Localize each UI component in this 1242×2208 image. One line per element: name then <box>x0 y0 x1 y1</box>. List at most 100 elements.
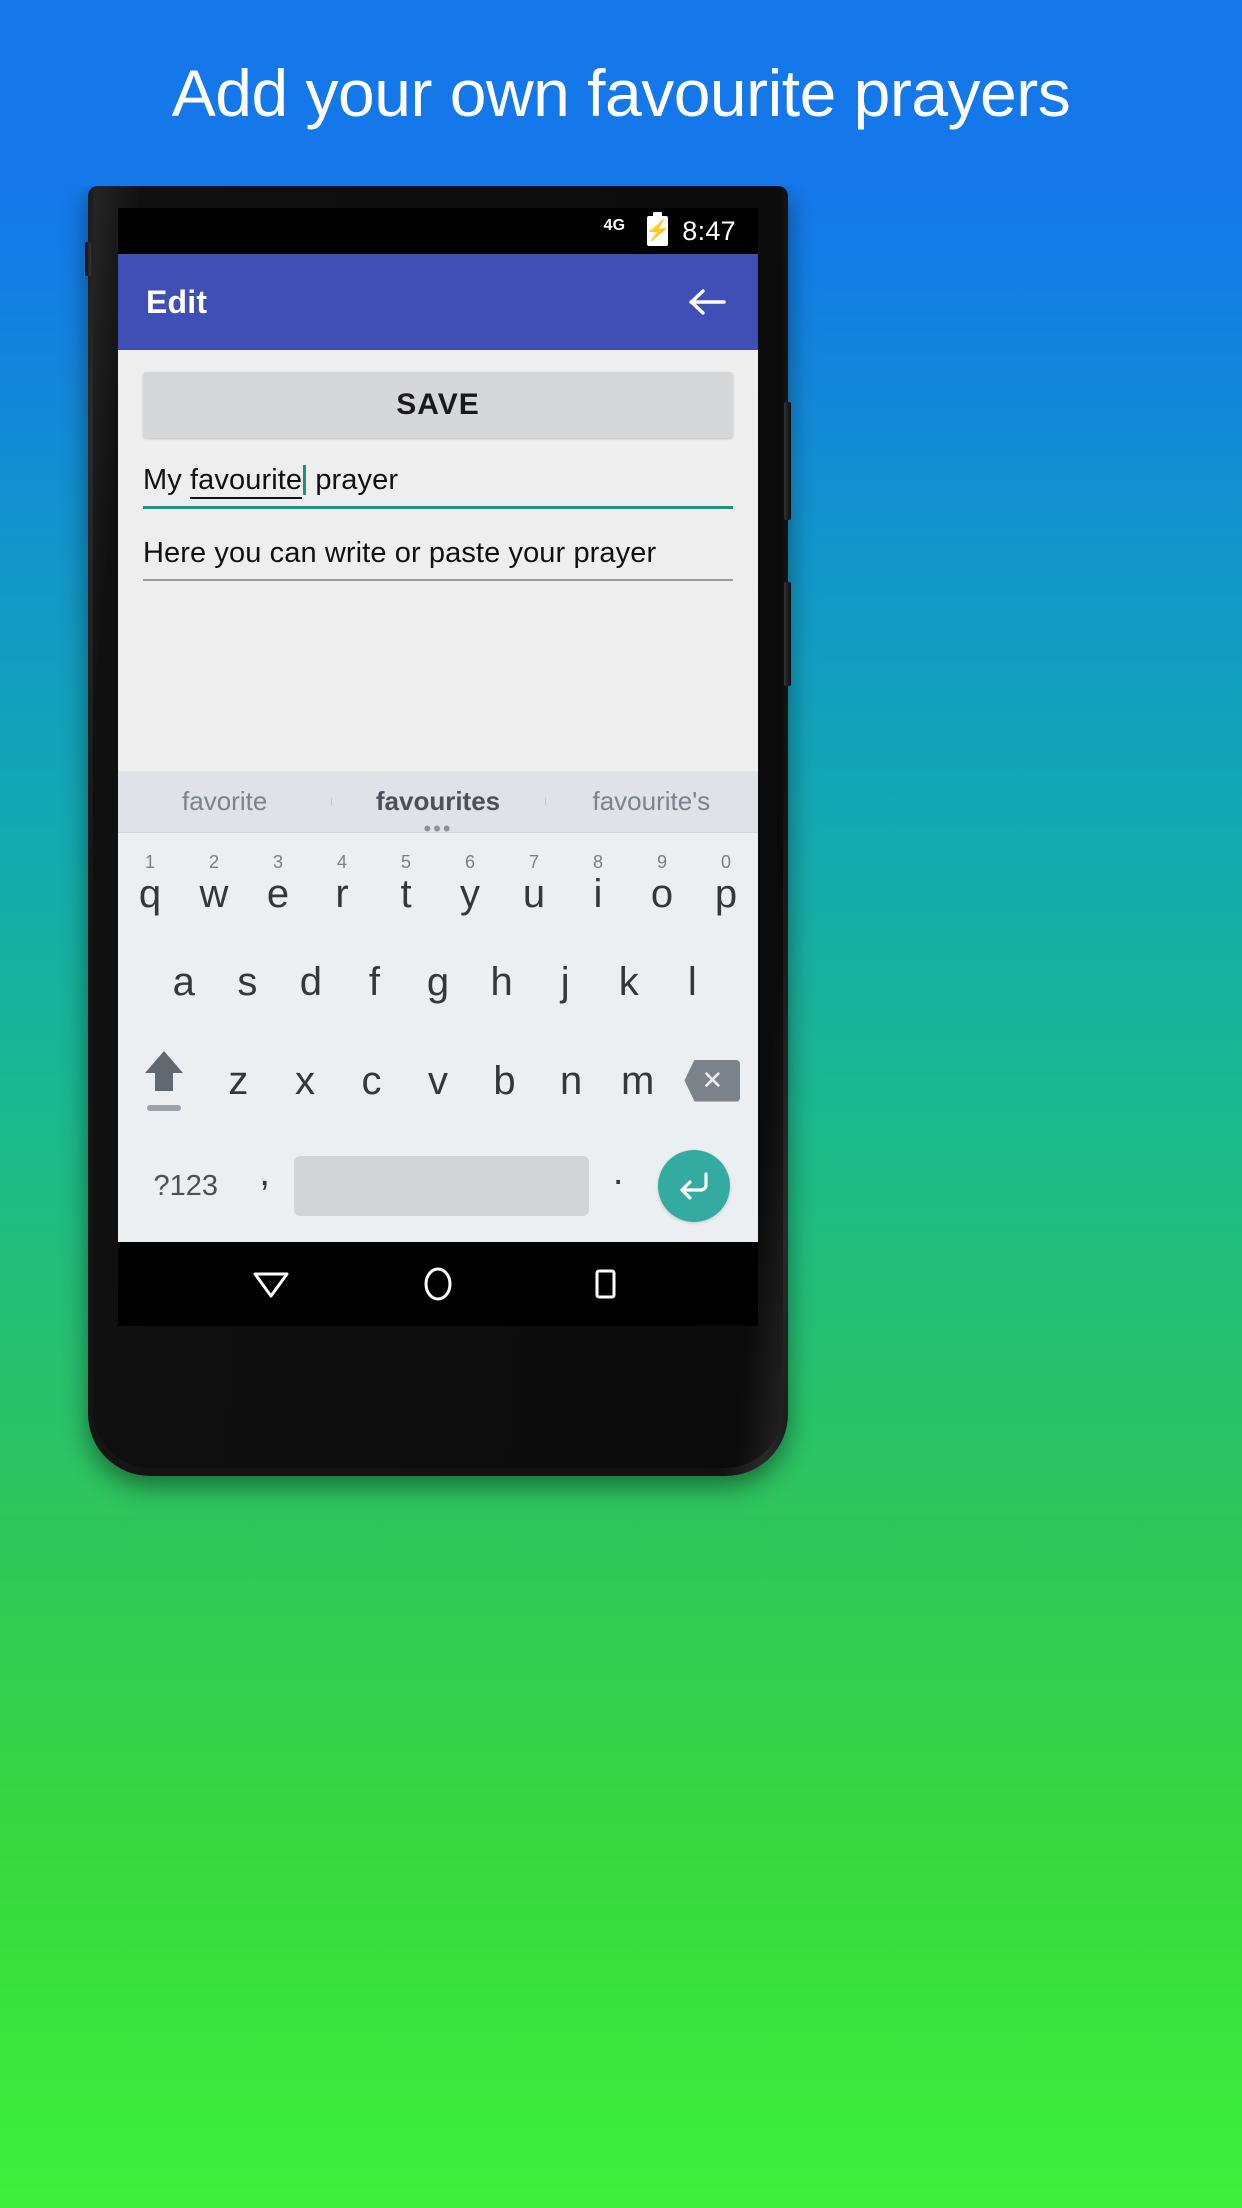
keyboard-row-top: 1q 2w 3e 4r 5t 6y 7u 8i 9o 0p <box>118 833 758 932</box>
key-s[interactable]: s <box>216 932 280 1031</box>
key-m-letter: m <box>620 1058 655 1103</box>
key-w-number: 2 <box>208 851 219 872</box>
key-e[interactable]: 3e <box>246 833 310 932</box>
key-b[interactable]: b <box>471 1031 538 1130</box>
suggestion-item-2[interactable]: favourite's <box>544 786 758 817</box>
key-t-number: 5 <box>400 851 411 872</box>
title-text-after: prayer <box>307 464 399 496</box>
key-q[interactable]: 1q <box>118 833 182 932</box>
key-p-letter: p <box>714 871 738 916</box>
key-e-number: 3 <box>272 851 283 872</box>
key-d-letter: d <box>299 959 323 1004</box>
key-q-number: 1 <box>144 851 155 872</box>
key-h[interactable]: h <box>470 932 534 1031</box>
key-w-letter: w <box>199 871 229 916</box>
key-d[interactable]: d <box>279 932 343 1031</box>
key-w[interactable]: 2w <box>182 833 246 932</box>
key-t[interactable]: 5t <box>374 833 438 932</box>
key-i-number: 8 <box>592 851 603 872</box>
key-h-letter: h <box>490 959 513 1004</box>
key-a[interactable]: a <box>152 932 216 1031</box>
key-v[interactable]: v <box>405 1031 472 1130</box>
key-x-letter: x <box>294 1058 315 1103</box>
keyboard-row-home: a s d f g h j k l <box>118 932 758 1031</box>
prayer-title-field[interactable]: My favourite prayer <box>143 464 733 509</box>
key-r-number: 4 <box>336 851 347 872</box>
phone-side-button-left <box>85 242 91 276</box>
key-u-number: 7 <box>528 851 539 872</box>
key-p[interactable]: 0p <box>694 833 758 932</box>
key-period[interactable]: . <box>589 1151 647 1222</box>
key-j[interactable]: j <box>533 932 597 1031</box>
nav-back-triangle-icon[interactable] <box>241 1254 301 1314</box>
battery-charging-icon: ⚡ <box>645 212 671 246</box>
page-title: Edit <box>146 283 208 320</box>
key-y[interactable]: 6y <box>438 833 502 932</box>
key-y-letter: y <box>460 871 480 916</box>
title-text-before: My <box>143 464 191 496</box>
key-k-letter: k <box>618 959 639 1004</box>
key-e-letter: e <box>266 871 290 916</box>
body-field-underline <box>143 579 733 581</box>
suggestion-item-1[interactable]: favourites <box>331 786 544 817</box>
suggestion-item-0[interactable]: favorite <box>118 786 331 817</box>
phone-volume-button <box>784 402 791 520</box>
key-r-letter: r <box>335 871 349 916</box>
phone-screen: 4G ⚡ 8:47 Edit SAVE My favourite prayer … <box>118 208 758 1326</box>
key-q-letter: q <box>138 871 162 916</box>
android-nav-bar <box>118 1242 758 1326</box>
key-c-letter: c <box>361 1058 382 1103</box>
phone-power-button <box>784 582 791 686</box>
keyboard-row-space: ?123 , . <box>118 1130 758 1242</box>
key-o[interactable]: 9o <box>630 833 694 932</box>
key-u-letter: u <box>522 871 546 916</box>
key-u[interactable]: 7u <box>502 833 566 932</box>
key-l-letter: l <box>687 959 697 1004</box>
battery-bolt-glyph: ⚡ <box>645 220 671 242</box>
key-i[interactable]: 8i <box>566 833 630 932</box>
prayer-body-value: Here you can write or paste your prayer <box>143 537 657 569</box>
shift-underline-bar <box>146 1104 181 1111</box>
key-v-letter: v <box>428 1058 449 1103</box>
key-o-letter: o <box>650 871 674 916</box>
key-c[interactable]: c <box>338 1031 405 1130</box>
key-b-letter: b <box>493 1058 516 1103</box>
key-space[interactable] <box>293 1156 589 1216</box>
enter-key-circle <box>657 1150 730 1222</box>
key-g[interactable]: g <box>406 932 470 1031</box>
key-m[interactable]: m <box>604 1031 671 1130</box>
key-j-letter: j <box>560 959 570 1004</box>
save-button[interactable]: SAVE <box>143 372 733 438</box>
key-n[interactable]: n <box>538 1031 605 1130</box>
key-z-letter: z <box>228 1058 249 1103</box>
key-s-letter: s <box>237 959 258 1004</box>
key-i-letter: i <box>593 871 603 916</box>
promo-banner: Add your own favourite prayers <box>0 0 1242 186</box>
key-f[interactable]: f <box>343 932 407 1031</box>
key-z[interactable]: z <box>205 1031 272 1130</box>
shift-arrow-glyph <box>144 1050 183 1091</box>
key-n-letter: n <box>559 1058 583 1103</box>
backspace-icon[interactable]: ✕ <box>671 1031 754 1130</box>
key-l[interactable]: l <box>661 932 725 1031</box>
key-x[interactable]: x <box>272 1031 339 1130</box>
nav-home-circle-icon[interactable] <box>408 1254 468 1314</box>
key-symbols[interactable]: ?123 <box>136 1170 236 1203</box>
enter-return-icon[interactable] <box>647 1150 740 1222</box>
prayer-body-field[interactable]: Here you can write or paste your prayer <box>143 537 733 581</box>
promo-banner-text: Add your own favourite prayers <box>171 56 1071 130</box>
status-clock: 8:47 <box>682 215 736 246</box>
key-p-number: 0 <box>720 851 731 872</box>
key-r[interactable]: 4r <box>310 833 374 932</box>
phone-device-mockup: 4G ⚡ 8:47 Edit SAVE My favourite prayer … <box>85 186 791 1476</box>
nav-recents-square-icon[interactable] <box>575 1254 635 1314</box>
shift-arrow-icon[interactable] <box>122 1031 205 1130</box>
key-k[interactable]: k <box>597 932 661 1031</box>
network-label: 4G <box>603 217 626 234</box>
keyboard-suggestion-bar: favorite favourites favourite's ••• <box>118 771 758 840</box>
key-o-number: 9 <box>656 851 667 872</box>
title-field-underline <box>143 506 733 509</box>
arrow-left-icon[interactable] <box>686 280 730 324</box>
key-comma[interactable]: , <box>236 1152 294 1221</box>
title-composing-word: favourite <box>190 464 303 499</box>
